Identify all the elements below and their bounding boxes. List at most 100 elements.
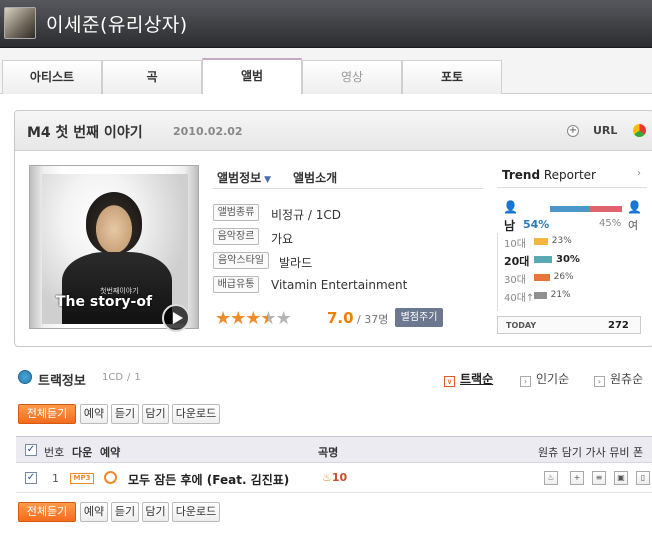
- rate-button[interactable]: 별점주기: [395, 308, 443, 327]
- listen-button[interactable]: 듣기: [111, 404, 139, 424]
- album-release-date: 2010.02.02: [173, 125, 243, 138]
- mp3-badge[interactable]: MP3: [70, 473, 94, 484]
- artist-header: 이세준(유리상자): [0, 0, 652, 48]
- tab-album[interactable]: 앨범: [202, 58, 302, 94]
- tab-songs[interactable]: 곡: [102, 60, 202, 94]
- phone-icon[interactable]: ▯: [636, 471, 650, 485]
- tab-album-intro[interactable]: 앨범소개: [293, 169, 337, 186]
- star-icon[interactable]: ★: [230, 308, 246, 329]
- female-label: 여: [628, 219, 639, 232]
- add-to-playlist-icon[interactable]: +: [570, 471, 584, 485]
- trend-divider: [497, 187, 647, 188]
- select-all-checkbox[interactable]: ✓: [25, 444, 37, 456]
- sort-popularity-label: 인기순: [536, 372, 570, 386]
- cover-portrait-head: [86, 192, 142, 254]
- rating-stars[interactable]: ★★★★★: [215, 308, 292, 329]
- trend-reporter-title: Trend Reporter: [502, 168, 596, 182]
- sort-track-label: 트랙순: [460, 372, 494, 386]
- tab-photo[interactable]: 포토: [402, 60, 502, 94]
- tab-video[interactable]: 영상: [302, 60, 402, 94]
- song-title[interactable]: 모두 잠든 후에 (Feat. 김진표): [128, 471, 289, 488]
- sort-by-popularity[interactable]: › 인기순: [520, 370, 569, 387]
- lyrics-icon[interactable]: ≡: [592, 471, 606, 485]
- tab-bar: 아티스트 곡 앨범 영상 포토: [0, 48, 652, 94]
- trend-title-bold: Trend: [502, 168, 541, 182]
- sort-by-wishes[interactable]: › 원츄순: [594, 370, 643, 387]
- artist-name: 이세준(유리상자): [46, 14, 188, 36]
- chevron-right-icon: ›: [594, 376, 605, 387]
- tab-artist[interactable]: 아티스트: [2, 60, 102, 94]
- today-label: TODAY: [506, 321, 537, 330]
- row-number: 1: [52, 472, 59, 485]
- age-bar: [534, 274, 550, 281]
- info-value-distributor: Vitamin Entertainment: [271, 278, 408, 292]
- track-cd-count: 1CD/1: [100, 372, 143, 383]
- star-icon[interactable]: ★: [215, 308, 231, 329]
- pie-chart-icon[interactable]: [633, 124, 646, 137]
- row-checkbox[interactable]: ✓: [25, 472, 37, 484]
- info-value-style: 발라드: [279, 256, 313, 270]
- tab-album-info-label: 앨범정보: [217, 171, 262, 185]
- chevron-right-icon: ›: [520, 376, 531, 387]
- age-percent: 23%: [551, 236, 572, 246]
- cd-separator: /: [127, 372, 131, 383]
- age-label: 40대↑: [504, 293, 535, 304]
- female-icon: 👤: [627, 200, 642, 214]
- album-cover[interactable]: 첫번째이야기 The story-of: [29, 165, 199, 332]
- song-likes: ♨10: [322, 471, 347, 484]
- music-video-icon[interactable]: ▣: [614, 471, 628, 485]
- star-icon[interactable]: ★: [276, 308, 292, 329]
- track-info-icon: [18, 370, 32, 384]
- play-all-button[interactable]: 전체듣기: [18, 404, 76, 424]
- url-button[interactable]: URL: [593, 124, 617, 137]
- info-value-genre: 가요: [271, 232, 294, 246]
- add-button[interactable]: 담기: [142, 404, 169, 424]
- track-table-header: ✓ 번호 다운 예약 곡명 원츄 담기 가사 뮤비 폰: [16, 436, 652, 463]
- star-icon[interactable]: ★: [260, 308, 276, 329]
- column-reserve: 예약: [100, 446, 121, 459]
- clock-icon[interactable]: [104, 471, 117, 484]
- info-label-style: 음악스타일: [213, 252, 269, 269]
- reserve-button[interactable]: 예약: [80, 404, 108, 424]
- info-tab-divider: [213, 188, 483, 189]
- column-download: 다운: [72, 446, 93, 459]
- male-percent: 54%: [523, 218, 550, 231]
- trend-next-icon[interactable]: ›: [637, 168, 641, 179]
- wish-icon[interactable]: ♨: [544, 471, 558, 485]
- sort-by-track[interactable]: ∨ 트랙순: [444, 370, 493, 387]
- listen-button[interactable]: 듣기: [111, 502, 139, 522]
- age-bar: [534, 292, 547, 299]
- artist-avatar[interactable]: [4, 7, 36, 39]
- album-title-bar: M4 첫 번째 이야기 2010.02.02 + URL: [15, 111, 652, 151]
- tab-album-info[interactable]: 앨범정보 ▼: [217, 169, 271, 186]
- download-button[interactable]: 다운로드: [172, 502, 220, 522]
- column-title: 곡명: [318, 446, 339, 459]
- sort-wishes-label: 원츄순: [610, 372, 644, 386]
- column-actions: 원츄 담기 가사 뮤비 폰: [538, 446, 644, 459]
- age-percent: 21%: [550, 290, 571, 300]
- age-bar: [534, 256, 552, 263]
- play-all-button[interactable]: 전체듣기: [18, 502, 76, 522]
- trend-title-rest: Reporter: [540, 168, 596, 182]
- age-distribution: 10대 23% 20대 30% 30대 26% 40대↑ 21%: [497, 233, 647, 311]
- add-button[interactable]: 담기: [142, 502, 169, 522]
- age-percent: 30%: [556, 254, 580, 265]
- today-value: 272: [608, 320, 629, 331]
- download-button[interactable]: 다운로드: [172, 404, 220, 424]
- likes-count: 10: [331, 471, 348, 484]
- play-icon[interactable]: [162, 304, 190, 332]
- track-count: 1: [134, 372, 141, 383]
- add-icon[interactable]: +: [567, 125, 579, 137]
- age-label: 30대: [504, 275, 526, 286]
- gender-bar: [550, 206, 622, 212]
- track-actions-top: 전체듣기 예약 듣기 담기 다운로드: [18, 404, 228, 424]
- table-row[interactable]: ✓ 1 MP3 모두 잠든 후에 (Feat. 김진표) ♨10 ♨ + ≡ ▣…: [16, 463, 652, 493]
- age-bar: [534, 238, 548, 245]
- star-icon[interactable]: ★: [245, 308, 261, 329]
- reserve-button[interactable]: 예약: [80, 502, 108, 522]
- info-label-distributor: 배급유통: [213, 276, 259, 293]
- male-icon: 👤: [503, 200, 518, 214]
- female-percent: 45%: [599, 218, 622, 229]
- rating-count: / 37명: [357, 313, 389, 326]
- track-info-title: 트랙정보: [38, 374, 86, 389]
